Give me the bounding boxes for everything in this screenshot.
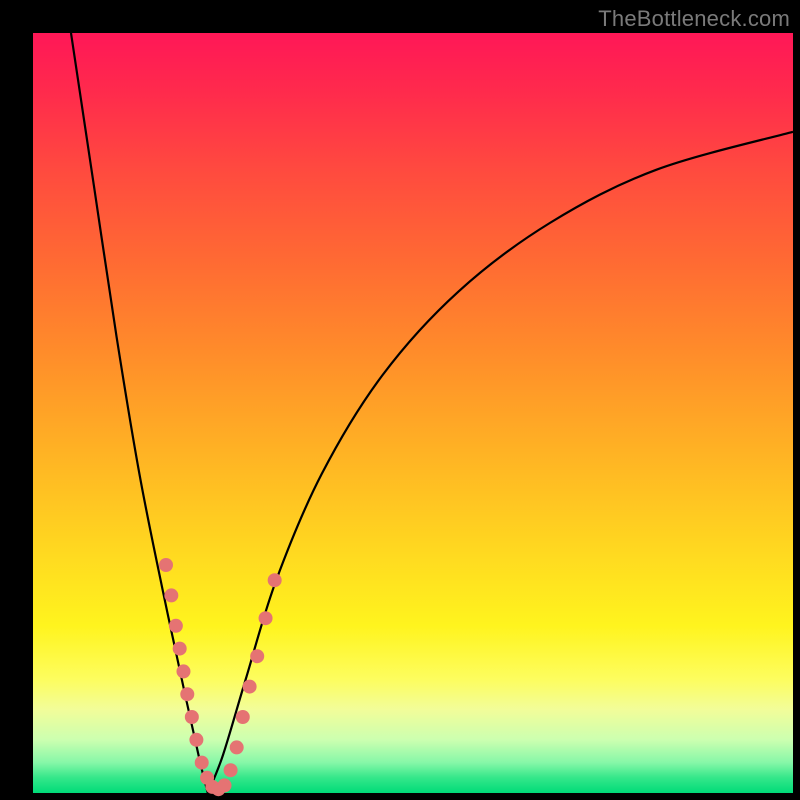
highlight-dot [189, 733, 203, 747]
watermark-text: TheBottleneck.com [598, 6, 790, 32]
highlight-dot [236, 710, 250, 724]
highlight-dot [169, 619, 183, 633]
highlight-dot [195, 756, 209, 770]
highlight-dot [159, 558, 173, 572]
highlight-dot [180, 687, 194, 701]
highlight-dot [173, 642, 187, 656]
chart-svg [33, 33, 793, 793]
left-branch-curve [71, 33, 208, 793]
highlight-dot [224, 763, 238, 777]
highlight-dot [250, 649, 264, 663]
highlight-dot [164, 588, 178, 602]
right-branch-curve [208, 132, 793, 793]
highlight-dot [185, 710, 199, 724]
highlight-dot [230, 740, 244, 754]
highlight-dot [243, 680, 257, 694]
highlight-dot [268, 573, 282, 587]
highlight-dot [259, 611, 273, 625]
chart-frame: TheBottleneck.com [0, 0, 800, 800]
highlight-dot [176, 664, 190, 678]
highlight-dot [218, 778, 232, 792]
